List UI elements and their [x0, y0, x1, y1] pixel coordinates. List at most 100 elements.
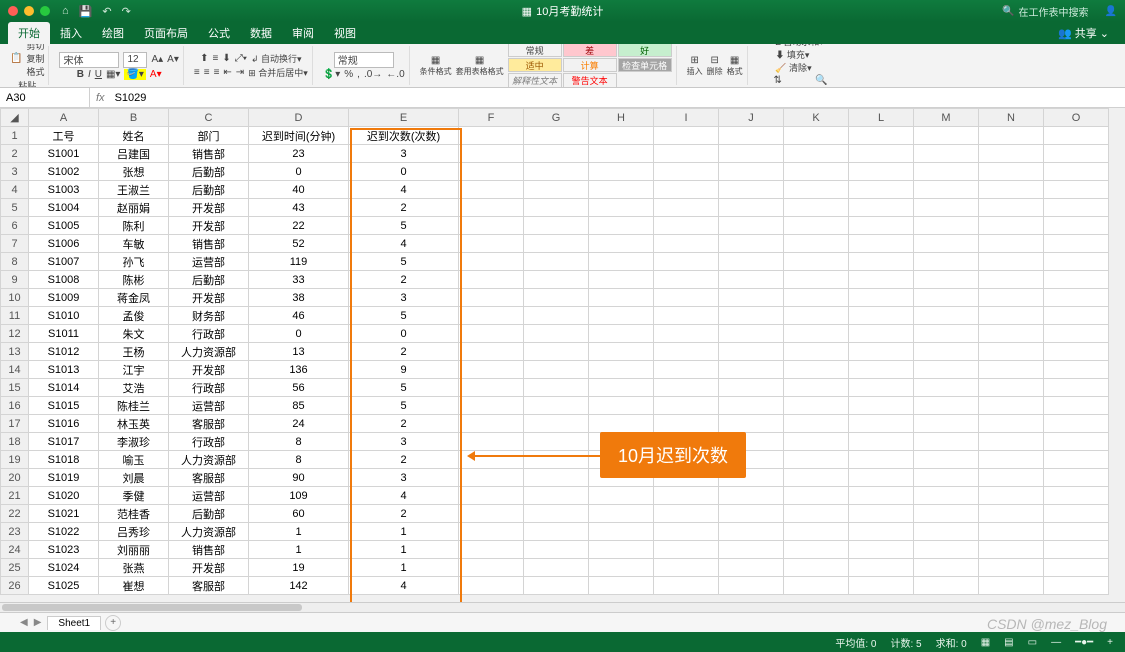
cell-A19[interactable]: S1018: [29, 451, 99, 469]
cell-J12[interactable]: [719, 325, 784, 343]
cell-E17[interactable]: 2: [349, 415, 459, 433]
merge-button[interactable]: ⊞ 合并后居中▾: [248, 66, 308, 79]
cell-G23[interactable]: [524, 523, 589, 541]
align-bottom-icon[interactable]: ⬇: [222, 53, 230, 64]
cell-N21[interactable]: [979, 487, 1044, 505]
cell-H24[interactable]: [589, 541, 654, 559]
cell-E23[interactable]: 1: [349, 523, 459, 541]
cell-O25[interactable]: [1044, 559, 1109, 577]
cell-B13[interactable]: 王杨: [99, 343, 169, 361]
cell-E25[interactable]: 1: [349, 559, 459, 577]
cells-table[interactable]: ◢ABCDEFGHIJKLMNO1工号姓名部门迟到时间(分钟)迟到次数(次数)2…: [0, 108, 1109, 595]
horizontal-scrollbar[interactable]: [0, 602, 1125, 612]
cell-K13[interactable]: [784, 343, 849, 361]
cell-A10[interactable]: S1009: [29, 289, 99, 307]
cell-E15[interactable]: 5: [349, 379, 459, 397]
cell-D9[interactable]: 33: [249, 271, 349, 289]
cell-A13[interactable]: S1012: [29, 343, 99, 361]
row-header-22[interactable]: 22: [1, 505, 29, 523]
style-explain[interactable]: 解释性文本: [508, 73, 562, 88]
cell-F1[interactable]: [459, 127, 524, 145]
cell-F6[interactable]: [459, 217, 524, 235]
insert-cells-icon[interactable]: ⊞: [687, 55, 703, 66]
cell-A22[interactable]: S1021: [29, 505, 99, 523]
cell-M5[interactable]: [914, 199, 979, 217]
cell-E26[interactable]: 4: [349, 577, 459, 595]
tab-formula[interactable]: 公式: [198, 22, 240, 44]
cell-H1[interactable]: [589, 127, 654, 145]
conditional-format-icon[interactable]: ▦: [420, 55, 452, 66]
cell-K10[interactable]: [784, 289, 849, 307]
cell-A18[interactable]: S1017: [29, 433, 99, 451]
align-center-icon[interactable]: ≡: [204, 67, 210, 78]
cell-D8[interactable]: 119: [249, 253, 349, 271]
cut-button[interactable]: 剪切: [26, 44, 44, 52]
cell-H21[interactable]: [589, 487, 654, 505]
cell-M24[interactable]: [914, 541, 979, 559]
col-header-H[interactable]: H: [589, 109, 654, 127]
col-header-M[interactable]: M: [914, 109, 979, 127]
row-header-2[interactable]: 2: [1, 145, 29, 163]
cell-F21[interactable]: [459, 487, 524, 505]
cell-I5[interactable]: [654, 199, 719, 217]
cell-I12[interactable]: [654, 325, 719, 343]
cell-B25[interactable]: 张燕: [99, 559, 169, 577]
cell-I10[interactable]: [654, 289, 719, 307]
cell-D6[interactable]: 22: [249, 217, 349, 235]
cell-A6[interactable]: S1005: [29, 217, 99, 235]
save-icon[interactable]: 💾: [79, 5, 93, 18]
cell-E14[interactable]: 9: [349, 361, 459, 379]
fill-button[interactable]: ⬇ 填充▾: [775, 48, 824, 61]
cell-M26[interactable]: [914, 577, 979, 595]
cell-C22[interactable]: 后勤部: [169, 505, 249, 523]
cell-G19[interactable]: [524, 451, 589, 469]
cell-N13[interactable]: [979, 343, 1044, 361]
cell-D11[interactable]: 46: [249, 307, 349, 325]
row-header-25[interactable]: 25: [1, 559, 29, 577]
cell-K23[interactable]: [784, 523, 849, 541]
col-header-B[interactable]: B: [99, 109, 169, 127]
cell-K18[interactable]: [784, 433, 849, 451]
cell-N24[interactable]: [979, 541, 1044, 559]
cell-C8[interactable]: 运营部: [169, 253, 249, 271]
cell-O1[interactable]: [1044, 127, 1109, 145]
format-painter-button[interactable]: 格式: [26, 65, 44, 78]
zoom-out-icon[interactable]: —: [1051, 637, 1061, 648]
cell-M22[interactable]: [914, 505, 979, 523]
col-header-K[interactable]: K: [784, 109, 849, 127]
cell-O20[interactable]: [1044, 469, 1109, 487]
cell-J21[interactable]: [719, 487, 784, 505]
style-warn[interactable]: 警告文本: [563, 73, 617, 88]
cell-H12[interactable]: [589, 325, 654, 343]
cell-M16[interactable]: [914, 397, 979, 415]
cell-M19[interactable]: [914, 451, 979, 469]
align-left-icon[interactable]: ≡: [194, 67, 200, 78]
cell-K20[interactable]: [784, 469, 849, 487]
number-format-select[interactable]: 常规: [334, 52, 394, 68]
cell-B19[interactable]: 喻玉: [99, 451, 169, 469]
cell-K2[interactable]: [784, 145, 849, 163]
decrease-decimal-icon[interactable]: ←.0: [386, 69, 404, 80]
align-right-icon[interactable]: ≡: [214, 67, 220, 78]
cell-B16[interactable]: 陈桂兰: [99, 397, 169, 415]
zoom-in-icon[interactable]: +: [1107, 637, 1113, 648]
cell-A3[interactable]: S1002: [29, 163, 99, 181]
cell-L9[interactable]: [849, 271, 914, 289]
cell-F22[interactable]: [459, 505, 524, 523]
cell-L14[interactable]: [849, 361, 914, 379]
cell-M9[interactable]: [914, 271, 979, 289]
table-format-icon[interactable]: ▦: [456, 55, 504, 66]
cell-F9[interactable]: [459, 271, 524, 289]
cell-L22[interactable]: [849, 505, 914, 523]
cell-E4[interactable]: 4: [349, 181, 459, 199]
cell-N2[interactable]: [979, 145, 1044, 163]
cell-F16[interactable]: [459, 397, 524, 415]
comma-icon[interactable]: ,: [357, 69, 360, 80]
cell-L10[interactable]: [849, 289, 914, 307]
zoom-slider[interactable]: ━●━: [1075, 637, 1093, 648]
cell-L4[interactable]: [849, 181, 914, 199]
cell-B11[interactable]: 孟俊: [99, 307, 169, 325]
cell-D1[interactable]: 迟到时间(分钟): [249, 127, 349, 145]
cell-G6[interactable]: [524, 217, 589, 235]
cell-E12[interactable]: 0: [349, 325, 459, 343]
